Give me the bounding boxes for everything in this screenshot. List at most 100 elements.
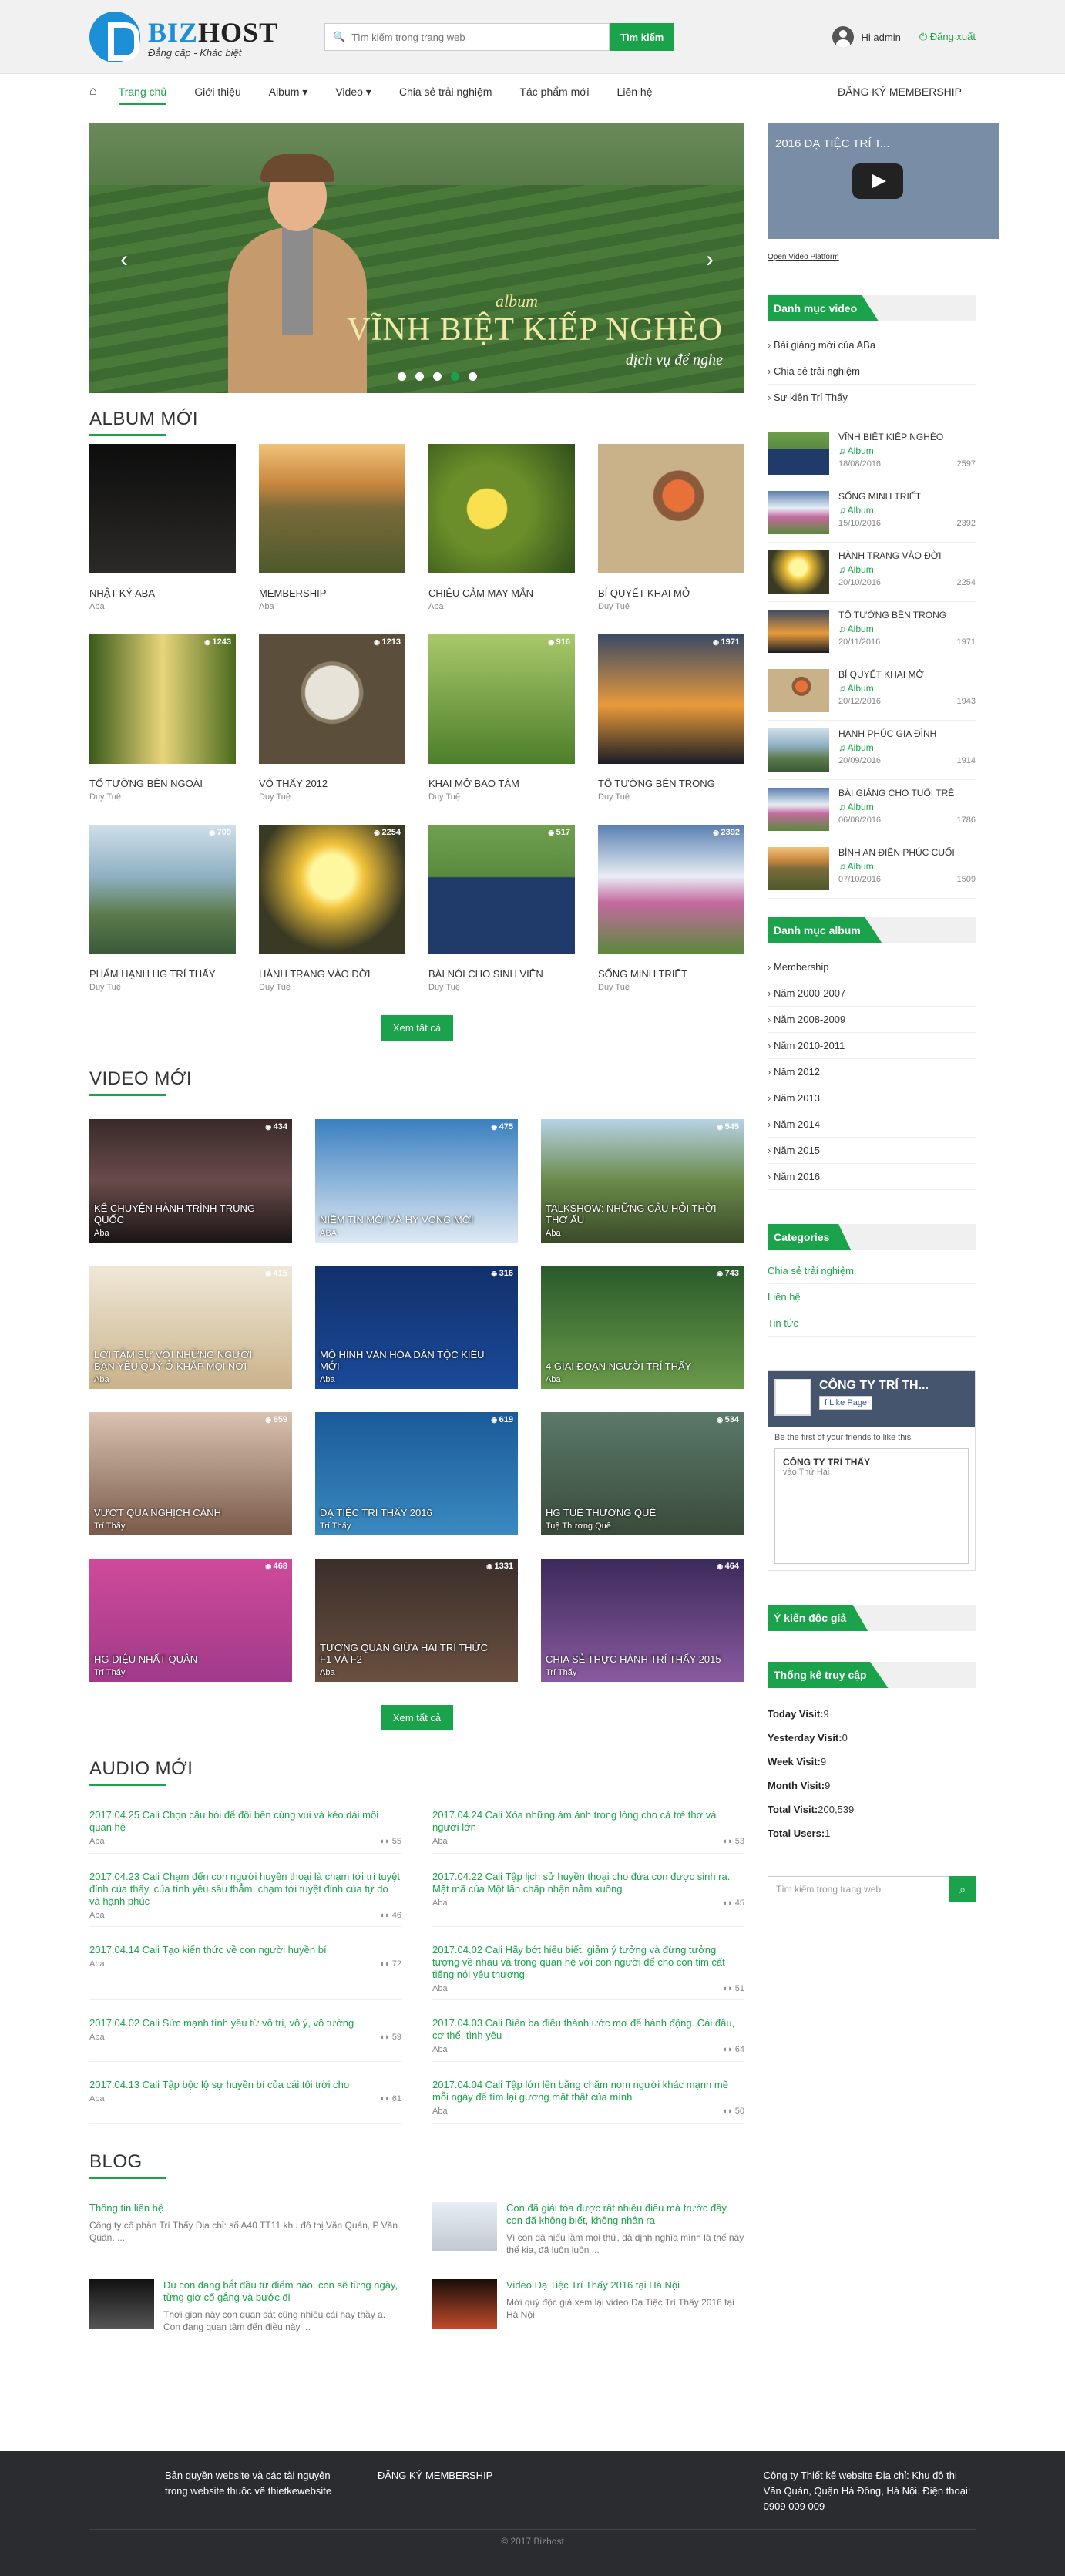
video-card[interactable]: 468 HG Diệu Nhất Quân Trí Thấy [89,1559,292,1682]
audio-title[interactable]: 2017.04.22 Cali Tập lịch sử huyền thoại … [432,1871,744,1895]
audio-item[interactable]: 2017.04.02 Cali Hãy bớt hiểu biết, giảm … [432,1944,744,2000]
video-view-all-button[interactable]: Xem tất cả [380,1705,454,1730]
album-category-item[interactable]: Năm 2014 [768,1111,976,1138]
sidebar-album-title[interactable]: TỔ TƯỜNG BÊN TRONG [838,610,976,620]
sidebar-album-title[interactable]: BÀI GIẢNG CHO TUỔI TRẺ [838,788,976,799]
home-icon[interactable]: ⌂ [89,74,105,109]
album-category-item[interactable]: Năm 2010-2011 [768,1033,976,1059]
sidebar-album-item[interactable]: BÀI GIẢNG CHO TUỔI TRẺ ♫ Album 06/08/2016 1… [768,780,976,839]
audio-title[interactable]: 2017.04.02 Cali Hãy bớt hiểu biết, giảm … [432,1944,744,1981]
audio-item[interactable]: 2017.04.14 Cali Tạo kiến thức về con ngư… [89,1944,401,2000]
video-card[interactable]: 415 LỜI TÂM SỰ VỚI NHỮNG NGƯỜI BẠN YÊU QU… [89,1266,292,1389]
video-card[interactable]: 619 DẠ TIỆC TRÍ THẤY 2016 Trí Thấy [315,1412,518,1535]
nav-membership[interactable]: ĐĂNG KÝ MEMBERSHIP [824,74,976,109]
sidebar-album-title[interactable]: BÌNH AN ĐIỀN PHÚC CUỐI [838,847,976,858]
album-card[interactable]: 916 KHAI MỞ BAO TÂM Duy Tuệ [428,634,575,802]
blog-thumb[interactable] [432,2279,497,2329]
nav-item-album[interactable]: Album ▾ [255,74,322,109]
category-link[interactable]: Chia sẻ trải nghiệm [768,1258,976,1284]
blog-thumb[interactable] [89,2279,154,2329]
blog-thumb[interactable] [432,2202,497,2251]
sidebar-album-item[interactable]: SỐNG MINH TRIẾT ♫ Album 15/10/2016 2392 [768,483,976,543]
video-category-item[interactable]: Sự kiện Trí Thấy [768,385,976,410]
video-card[interactable]: 534 HG Tuệ Thương Quê Tuệ Thương Quê [541,1412,744,1535]
blog-item[interactable]: Thông tin liên hệ Công ty cổ phần Trí Thấ… [89,2202,401,2256]
audio-title[interactable]: 2017.04.04 Cali Tập lớn lên bằng chăm no… [432,2079,744,2104]
video-card[interactable]: 659 VƯỢT QUA NGHỊCH CẢNH Trí Thấy [89,1412,292,1535]
audio-title[interactable]: 2017.04.02 Cali Sức mạnh tình yêu từ vô … [89,2017,401,2030]
album-card[interactable]: MEMBERSHIP Aba [259,444,405,611]
sidebar-album-item[interactable]: TỔ TƯỜNG BÊN TRONG ♫ Album 20/11/2016 1971 [768,602,976,661]
sidebar-album-item[interactable]: BÌNH AN ĐIỀN PHÚC CUỐI ♫ Album 07/10/2016 1… [768,839,976,899]
sidebar-album-title[interactable]: HẠNH PHÚC GIA ĐÌNH [838,728,976,739]
album-card[interactable]: 517 BÀI NÓI CHO SINH VIÊN Duy Tuệ [428,825,575,992]
slider-dot-active[interactable] [451,372,459,381]
audio-item[interactable]: 2017.04.24 Cali Xóa những ám ảnh trong l… [432,1809,744,1854]
audio-title[interactable]: 2017.04.25 Cali Chọn câu hỏi để đôi bên … [89,1809,401,1834]
album-card[interactable]: BÍ QUYẾT KHAI MỞ Duy Tuệ [598,444,744,611]
blog-title[interactable]: Video Dạ Tiệc Trí Thấy 2016 tại Hà Nội [506,2279,744,2292]
album-category-item[interactable]: Năm 2015 [768,1138,976,1164]
audio-item[interactable]: 2017.04.03 Cali Biến ba điều thành ước m… [432,2017,744,2062]
video-category-item[interactable]: Chia sẻ trải nghiệm [768,358,976,385]
album-category-item[interactable]: Năm 2012 [768,1059,976,1085]
audio-title[interactable]: 2017.04.13 Cali Tập bộc lộ sự huyền bí c… [89,2079,401,2091]
blog-title[interactable]: Dù con đang bắt đầu từ điểm nào, con sẽ … [163,2279,401,2304]
slider-dot[interactable] [433,372,442,381]
album-card[interactable]: 2254 HÀNH TRANG VÀO ĐỜI Duy Tuệ [259,825,405,992]
album-category-item[interactable]: Năm 2008-2009 [768,1007,976,1033]
audio-title[interactable]: 2017.04.23 Cali Chạm đến con người huyền… [89,1871,401,1908]
album-card[interactable]: 1971 TỔ TƯỜNG BÊN TRONG Duy Tuệ [598,634,744,802]
blog-item[interactable]: Video Dạ Tiệc Trí Thấy 2016 tại Hà Nội Mờ… [432,2279,744,2333]
sidebar-video-player[interactable]: 2016 DẠ TIỆC TRÍ T... [768,123,999,239]
slider-dot[interactable] [469,372,477,381]
album-view-all-button[interactable]: Xem tất cả [380,1015,454,1041]
blog-item[interactable]: Con đã giải tỏa được rất nhiều điều mà t… [432,2202,744,2256]
sidebar-album-item[interactable]: VĨNH BIỆT KIẾP NGHÈO ♫ Album 18/08/2016 259… [768,424,976,483]
album-card[interactable]: 2392 SỐNG MINH TRIẾT Duy Tuệ [598,825,744,992]
audio-item[interactable]: 2017.04.25 Cali Chọn câu hỏi để đôi bên … [89,1809,401,1854]
avatar[interactable] [832,26,854,48]
slider-dot[interactable] [415,372,424,381]
facebook-widget[interactable]: CÔNG TY TRÍ TH... f Like Page Be the fir… [768,1370,976,1571]
search-icon[interactable]: ⌕ [949,1876,976,1902]
audio-title[interactable]: 2017.04.24 Cali Xóa những ám ảnh trong l… [432,1809,744,1834]
fb-like-button[interactable]: f Like Page [819,1396,873,1410]
album-card[interactable]: CHIÊU CẢM MAY MẮN Aba [428,444,575,611]
category-link[interactable]: Liên hệ [768,1284,976,1310]
sidebar-album-title[interactable]: BÍ QUYẾT KHAI MỞ [838,669,976,680]
sidebar-album-item[interactable]: HÀNH TRANG VÀO ĐỜI ♫ Album 20/10/2016 2254 [768,543,976,602]
album-card[interactable]: NHẬT KÝ ABA Aba [89,444,236,611]
sidebar-album-title[interactable]: HÀNH TRANG VÀO ĐỜI [838,550,976,561]
category-link[interactable]: Tin tức [768,1310,976,1337]
nav-item-contact[interactable]: Liên hệ [603,74,667,109]
nav-item-share[interactable]: Chia sẻ trải nghiệm [385,74,506,109]
nav-item-new-works[interactable]: Tác phẩm mới [506,74,603,109]
video-card[interactable]: 434 KỂ CHUYỆN HÀNH TRÌNH TRUNG QUỐC Aba [89,1119,292,1243]
album-category-item[interactable]: Năm 2013 [768,1085,976,1111]
header-search-box[interactable]: 🔍 [324,23,610,51]
header-search-input[interactable] [351,31,599,43]
slider-dot[interactable] [398,372,406,381]
slider-prev-icon[interactable]: ‹ [120,247,128,273]
sidebar-video-link[interactable]: Open Video Platform [768,253,976,261]
blog-title[interactable]: Con đã giải tỏa được rất nhiều điều mà t… [506,2202,744,2227]
video-card[interactable]: 475 NIỀM TIN MỚI VÀ HY VỌNG MỚI ABA [315,1119,518,1243]
audio-item[interactable]: 2017.04.13 Cali Tập bộc lộ sự huyền bí c… [89,2079,401,2124]
video-card[interactable]: 743 4 GIAI ĐOẠN NGƯỜI TRÍ THẤY Aba [541,1266,744,1389]
video-category-item[interactable]: Bài giảng mới của ABa [768,332,976,358]
sidebar-album-title[interactable]: VĨNH BIỆT KIẾP NGHÈO [838,432,976,442]
nav-item-home[interactable]: Trang chủ [105,74,181,109]
logout-link[interactable]: ⏻ Đăng xuất [919,31,976,43]
hero-slider[interactable]: album VĨNH BIỆT KIẾP NGHÈO dịch vụ để ng… [89,123,744,393]
blog-item[interactable]: Dù con đang bắt đầu từ điểm nào, con sẽ … [89,2279,401,2333]
album-category-item[interactable]: Năm 2016 [768,1164,976,1190]
nav-item-video[interactable]: Video ▾ [321,74,385,109]
album-category-item[interactable]: Membership [768,954,976,980]
user-greeting[interactable]: Hi admin [862,32,901,43]
footer-membership-link[interactable]: ĐĂNG KÝ MEMBERSHIP [378,2468,567,2514]
slider-next-icon[interactable]: › [706,247,714,273]
video-card[interactable]: 1331 Tương quan giữa hai trí thức F1 và F… [315,1559,518,1682]
audio-item[interactable]: 2017.04.22 Cali Tập lịch sử huyền thoại … [432,1871,744,1927]
sidebar-album-title[interactable]: SỐNG MINH TRIẾT [838,491,976,502]
